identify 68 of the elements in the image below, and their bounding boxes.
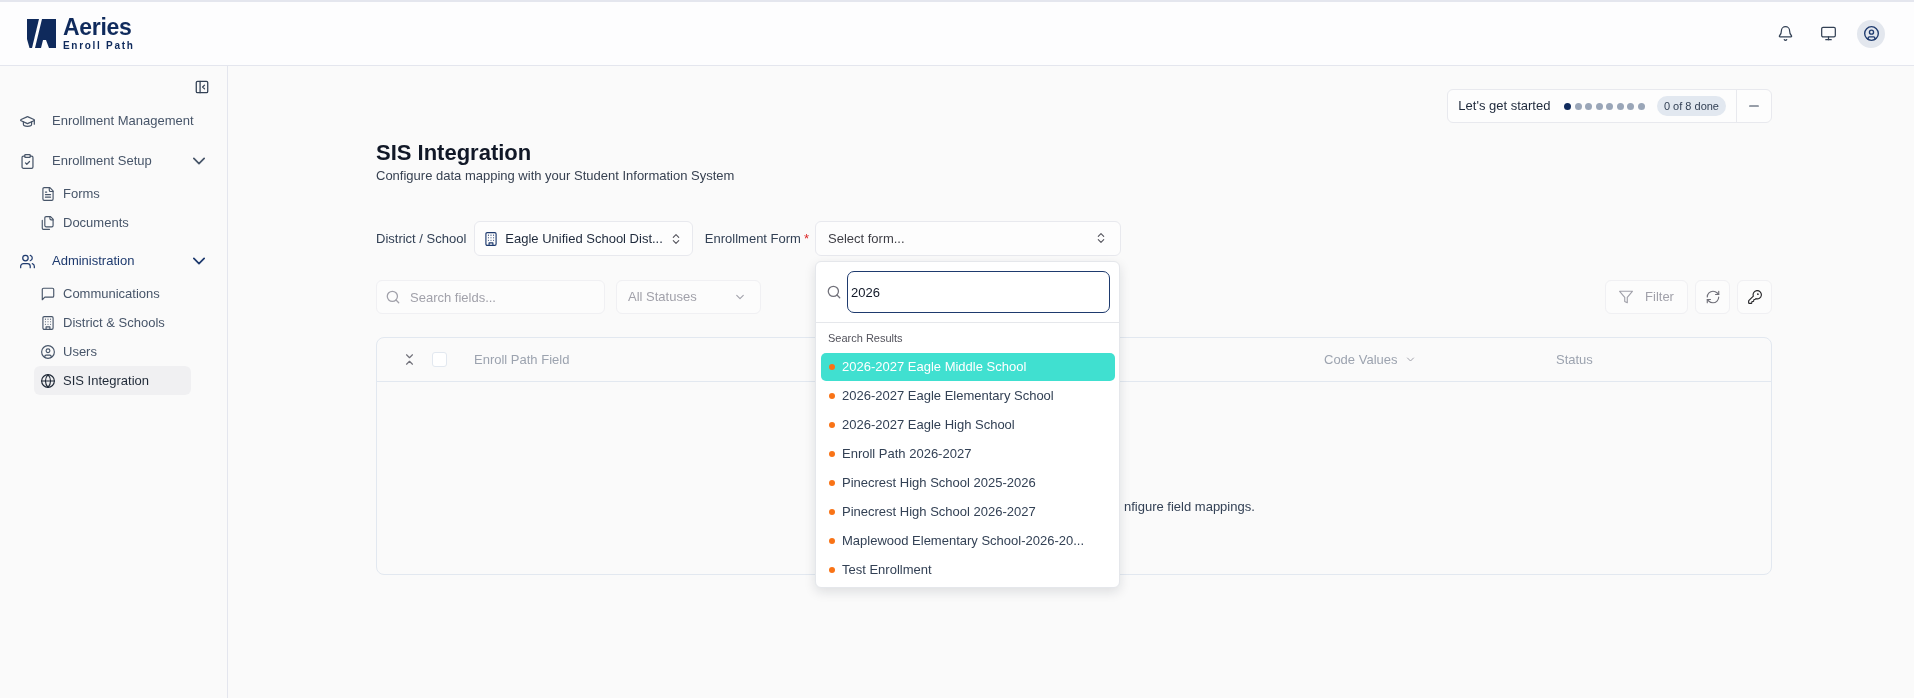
logo-mark-icon bbox=[27, 19, 56, 48]
search-icon bbox=[386, 290, 400, 304]
nav-subitem[interactable]: Documents bbox=[34, 208, 191, 237]
nav-item[interactable]: Administration bbox=[0, 245, 227, 277]
form-option[interactable]: Enroll Path 2026-2027 bbox=[821, 440, 1115, 468]
nav-item[interactable]: Enrollment Setup bbox=[0, 145, 227, 177]
logo-tagline: Enroll Path bbox=[63, 40, 135, 51]
onboarding-label: Let's get started bbox=[1457, 97, 1551, 116]
dot-icon bbox=[829, 393, 835, 399]
dot-icon bbox=[829, 451, 835, 457]
refresh-icon bbox=[1705, 290, 1720, 304]
form-option[interactable]: Test Enrollment bbox=[821, 556, 1115, 584]
monitor-icon bbox=[1820, 26, 1836, 41]
form-option[interactable]: 2026-2027 Eagle Elementary School bbox=[821, 382, 1115, 410]
dot-icon bbox=[829, 364, 835, 370]
refresh-button[interactable] bbox=[1695, 280, 1730, 314]
form-option[interactable]: 2026-2027 Eagle High School bbox=[821, 411, 1115, 439]
panel-left-icon bbox=[195, 80, 209, 94]
select-all-checkbox[interactable] bbox=[432, 352, 447, 367]
nav-subitem[interactable]: SIS Integration bbox=[34, 366, 191, 395]
dot-icon bbox=[829, 422, 835, 428]
users-icon bbox=[20, 253, 35, 269]
key-button[interactable] bbox=[1737, 280, 1772, 314]
page-subtitle: Configure data mapping with your Student Information System bbox=[376, 167, 736, 185]
dot-icon bbox=[829, 567, 835, 573]
funnel-icon bbox=[1619, 290, 1634, 304]
nav-item[interactable]: Enrollment Management bbox=[0, 105, 227, 137]
page-title: SIS Integration bbox=[376, 139, 533, 167]
logo-wordmark: Aeries bbox=[63, 16, 133, 38]
form-option[interactable]: Pinecrest High School 2026-2027 bbox=[821, 498, 1115, 526]
section-label: Search Results bbox=[828, 332, 903, 344]
nav-subitem[interactable]: Users bbox=[34, 337, 191, 366]
file-text-icon bbox=[41, 186, 55, 201]
user-circle-icon bbox=[41, 344, 55, 359]
graduation-cap-icon bbox=[20, 113, 35, 129]
column-header: Status bbox=[1556, 350, 1593, 369]
dropdown-search-input[interactable]: 2026 bbox=[847, 271, 1110, 313]
globe-icon bbox=[41, 373, 55, 388]
form-option[interactable]: Pinecrest High School 2025-2026 bbox=[821, 469, 1115, 497]
bell-icon bbox=[1777, 26, 1793, 41]
nav-subitem[interactable]: Communications bbox=[34, 279, 191, 308]
district-select[interactable]: Eagle Unified School Dist... bbox=[474, 221, 693, 256]
building-icon bbox=[484, 231, 499, 246]
clipboard-check-icon bbox=[20, 153, 35, 169]
dot-icon bbox=[829, 538, 835, 544]
empty-state-message: nfigure field mappings. bbox=[1124, 498, 1255, 516]
search-field[interactable]: Search fields... bbox=[376, 280, 605, 314]
form-option[interactable]: Maplewood Elementary School-2026-20... bbox=[821, 527, 1115, 555]
form-select[interactable]: Select form... bbox=[815, 221, 1121, 256]
district-label: District / School bbox=[376, 229, 467, 248]
progress-count: 0 of 8 done bbox=[1656, 95, 1726, 117]
building-icon bbox=[41, 315, 55, 330]
chevrons-in-icon bbox=[403, 353, 416, 366]
dot-icon bbox=[829, 480, 835, 486]
collapse-sidebar-button[interactable] bbox=[195, 80, 209, 94]
profile-button[interactable] bbox=[1857, 19, 1885, 48]
column-header: Enroll Path Field bbox=[474, 350, 570, 369]
nav-subitem[interactable]: Forms bbox=[34, 179, 191, 208]
chevron-up-down-icon bbox=[1095, 232, 1107, 244]
search-icon bbox=[827, 285, 841, 299]
dot-icon bbox=[829, 509, 835, 515]
nav-subitem[interactable]: District & Schools bbox=[34, 308, 191, 337]
user-circle-icon bbox=[1863, 26, 1879, 41]
chat-bubble-icon bbox=[41, 286, 55, 301]
form-label: Enrollment Form * bbox=[704, 229, 809, 248]
key-icon bbox=[1747, 290, 1762, 304]
files-icon bbox=[41, 215, 55, 230]
collapse-all-button[interactable] bbox=[403, 353, 416, 366]
